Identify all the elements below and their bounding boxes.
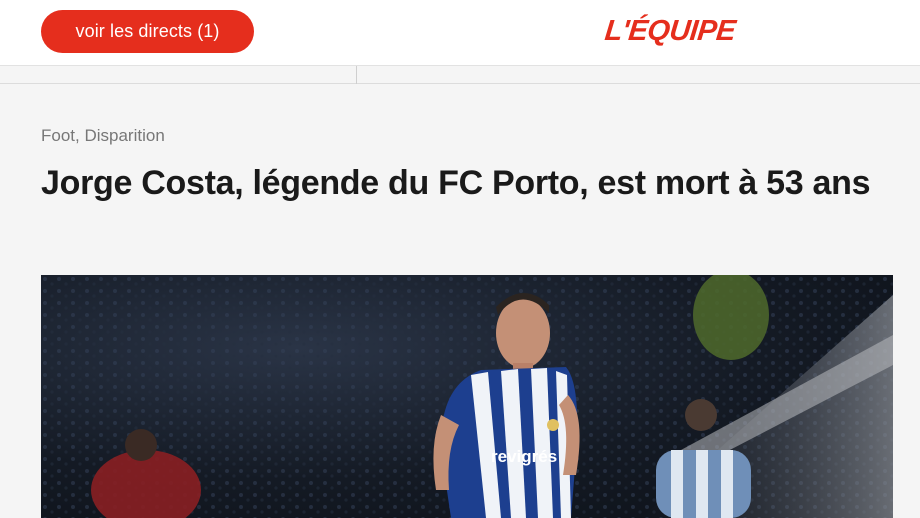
article-photo[interactable]: revigrés (41, 275, 893, 518)
photo-scene: revigrés (41, 275, 893, 518)
sub-navigation (0, 66, 920, 84)
shirt-sponsor-text: revigrés (491, 447, 557, 466)
live-matches-button[interactable]: voir les directs (1) (41, 10, 254, 53)
article-kicker[interactable]: Foot, Disparition (41, 126, 165, 146)
article-title: Jorge Costa, légende du FC Porto, est mo… (41, 164, 871, 202)
subnav-divider (356, 66, 357, 84)
top-bar: voir les directs (1) L'ÉQUIPE (0, 0, 920, 66)
lequipe-logo[interactable]: L'ÉQUIPE (603, 14, 737, 48)
